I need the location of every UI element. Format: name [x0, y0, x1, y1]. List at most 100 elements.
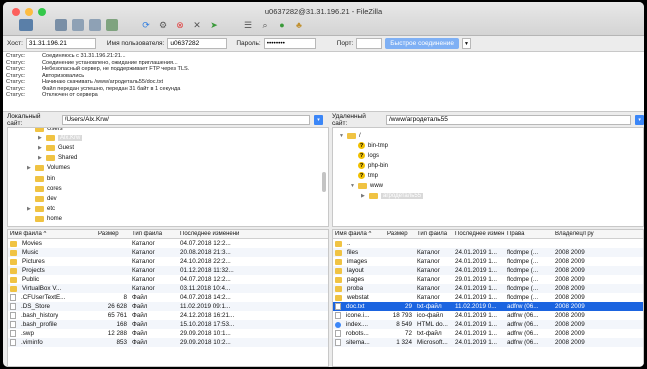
username-input[interactable]: [167, 38, 228, 49]
local-site-input[interactable]: [61, 114, 311, 125]
remote-file-row[interactable]: ..: [333, 239, 643, 248]
local-file-row[interactable]: .viminfo 853 Файл 29.09.2018 10:2...: [8, 338, 328, 347]
cancel-icon[interactable]: ⊗: [174, 19, 186, 31]
remote-tree-node[interactable]: ▼ www: [350, 181, 383, 190]
local-tree-node[interactable]: ▶ Guest: [38, 143, 74, 152]
remote-tree-node[interactable]: ? logs: [350, 151, 379, 160]
remote-tree-node[interactable]: ▶ агродеталь55: [361, 191, 424, 200]
remote-file-row[interactable]: sitema... 1 324 Microsoft... 24.01.2019 1..…: [333, 338, 643, 347]
local-tree-scrollbar[interactable]: [322, 172, 326, 192]
port-input[interactable]: [356, 38, 383, 49]
remote-tree-node[interactable]: ? php-bin: [350, 161, 388, 170]
remote-file-name-text: icone.i...: [346, 312, 370, 319]
remote-file-row[interactable]: pages Каталог 29.01.2019 1... flcdmpe (... 2…: [333, 275, 643, 284]
remote-tree-node[interactable]: ? tmp: [350, 171, 378, 180]
remote-file-cell: 24.01.2019 1...: [455, 294, 498, 301]
local-column-header[interactable]: Имя файла ^: [8, 231, 96, 237]
remote-file-name-text: index....: [346, 321, 369, 328]
remote-column-header[interactable]: Имя файла ^: [333, 231, 385, 237]
remote-site-dropdown[interactable]: ▾: [635, 114, 644, 125]
local-tree-label: Guest: [58, 144, 75, 151]
local-tree-node[interactable]: ▶ Alx.Krw: [38, 133, 83, 142]
folder-icon: [10, 240, 17, 247]
local-column-header[interactable]: Тип файла: [130, 231, 178, 237]
password-input[interactable]: [263, 38, 316, 49]
remote-file-row[interactable]: layout Каталог 24.01.2019 1... flcdmpe (...…: [333, 266, 643, 275]
local-file-row[interactable]: Projects Каталог 01.12.2018 11:32...: [8, 266, 328, 275]
remote-column-header[interactable]: Размер: [385, 231, 415, 237]
filter-icon[interactable]: ☰: [242, 19, 254, 31]
site-manager-icon[interactable]: [19, 19, 33, 31]
expand-arrow-icon[interactable]: ▶: [38, 135, 43, 141]
expand-arrow-icon[interactable]: ▶: [38, 155, 43, 161]
remote-file-row[interactable]: webstat Каталог 24.01.2019 1... flcdmpe (..…: [333, 293, 643, 302]
remote-file-row[interactable]: doc.txt 29 txt-файл 11.02.2019 0... adfrw (0…: [333, 302, 643, 311]
file-icon: [10, 339, 16, 346]
remote-column-header[interactable]: Владелец/Гру: [553, 231, 641, 237]
remote-file-row[interactable]: images Каталог 24.01.2019 1... flcdmpe (...…: [333, 257, 643, 266]
local-file-row[interactable]: .bash_profile 168 Файл 15.10.2018 17:53...: [8, 320, 328, 329]
compare-icon[interactable]: ●: [276, 19, 288, 31]
local-site-dropdown[interactable]: ▾: [314, 114, 323, 125]
expand-arrow-icon[interactable]: ▼: [339, 133, 344, 139]
toggle-remote-tree-icon[interactable]: [89, 19, 101, 31]
local-column-header[interactable]: Размер: [96, 231, 130, 237]
local-file-row[interactable]: .bash_history 65 761 Файл 24.12.2018 16:21.…: [8, 311, 328, 320]
reconnect-icon[interactable]: ➤: [208, 19, 220, 31]
expand-arrow-icon[interactable]: ▶: [361, 193, 366, 199]
local-tree-node[interactable]: ▶ Volumes: [27, 163, 70, 172]
remote-file-row[interactable]: robots... 72 txt-файл 24.01.2019 1... adfrw …: [333, 329, 643, 338]
local-file-row[interactable]: .CFUserTextE... 8 Файл 04.07.2018 14:2...: [8, 293, 328, 302]
expand-arrow-icon[interactable]: ▼: [350, 183, 355, 189]
folder-icon: [46, 134, 55, 141]
toggle-tree-icon[interactable]: [72, 19, 84, 31]
remote-file-cell: 24.01.2019 1...: [455, 339, 498, 346]
expand-arrow-icon[interactable]: ▶: [27, 206, 32, 212]
remote-column-header[interactable]: Тип файла: [415, 231, 453, 237]
remote-site-input[interactable]: [386, 114, 632, 125]
remote-file-row[interactable]: icone.i... 18 793 ico-файл 24.01.2019 1... a…: [333, 311, 643, 320]
transfer-queue-icon[interactable]: [106, 19, 118, 31]
expand-arrow-icon[interactable]: ▶: [38, 145, 43, 151]
remote-file-name-text: sitema...: [346, 339, 370, 346]
local-file-row[interactable]: VirtualBox V... Каталог 03.11.2018 10:4...: [8, 284, 328, 293]
remote-file-cell: 11.02.2019 0...: [455, 303, 497, 310]
local-file-row[interactable]: Movies Каталог 04.07.2018 12:2...: [8, 239, 328, 248]
folder-icon: [35, 195, 44, 202]
local-file-row[interactable]: Public Каталог 04.07.2018 12:2...: [8, 275, 328, 284]
local-tree-node[interactable]: home: [27, 214, 62, 223]
local-site-label: Локальный сайт:: [7, 112, 41, 127]
remote-tree-node[interactable]: ▼ /: [339, 131, 361, 140]
quickconnect-button[interactable]: Быстрое соединение: [385, 38, 459, 49]
local-file-row[interactable]: .DS_Store 26 628 Файл 11.02.2019 09:1...: [8, 302, 328, 311]
local-site-bar: Локальный сайт: ▾: [7, 112, 323, 127]
local-tree-node[interactable]: cores: [27, 184, 62, 193]
file-icon: [10, 330, 16, 337]
remote-file-row[interactable]: index.... 8 549 HTML do... 24.01.2019 1... a…: [333, 320, 643, 329]
remote-tree-node[interactable]: ? bin-tmp: [350, 141, 388, 150]
local-file-row[interactable]: .swp 12 288 Файл 29.09.2018 10:1...: [8, 329, 328, 338]
sync-browse-icon[interactable]: ♣: [293, 19, 305, 31]
remote-file-row[interactable]: proba Каталог 24.01.2019 1... flcdmpe (... 2…: [333, 284, 643, 293]
search-icon[interactable]: ⌕: [259, 19, 271, 31]
local-column-header[interactable]: Последнее изменени: [178, 231, 328, 237]
host-input[interactable]: [25, 38, 96, 49]
remote-column-header[interactable]: Последнее измен: [453, 231, 505, 237]
toggle-log-icon[interactable]: [55, 19, 67, 31]
refresh-icon[interactable]: ⟳: [140, 19, 152, 31]
remote-file-row[interactable]: files Каталог 24.01.2019 1... flcdmpe (... 2…: [333, 248, 643, 257]
local-tree-node[interactable]: ▶ etc: [27, 204, 55, 213]
quickconnect-dropdown[interactable]: ▼: [461, 38, 471, 49]
expand-arrow-icon[interactable]: ▶: [27, 165, 32, 171]
folder-icon: [10, 258, 17, 265]
local-file-cell: 01.12.2018 11:32...: [180, 267, 234, 274]
local-tree-node[interactable]: dev: [27, 194, 57, 203]
remote-column-header[interactable]: Права: [505, 231, 553, 237]
disconnect-icon[interactable]: ✕: [191, 19, 203, 31]
local-file-row[interactable]: Music Каталог 20.08.2018 21:3...: [8, 248, 328, 257]
local-tree-node[interactable]: bin: [27, 174, 55, 183]
local-tree-node[interactable]: ▶ Shared: [38, 153, 77, 162]
local-file-name-text: Pictures: [22, 258, 45, 265]
process-queue-icon[interactable]: ⚙: [157, 19, 169, 31]
local-file-row[interactable]: Pictures Каталог 24.10.2018 22:2...: [8, 257, 328, 266]
